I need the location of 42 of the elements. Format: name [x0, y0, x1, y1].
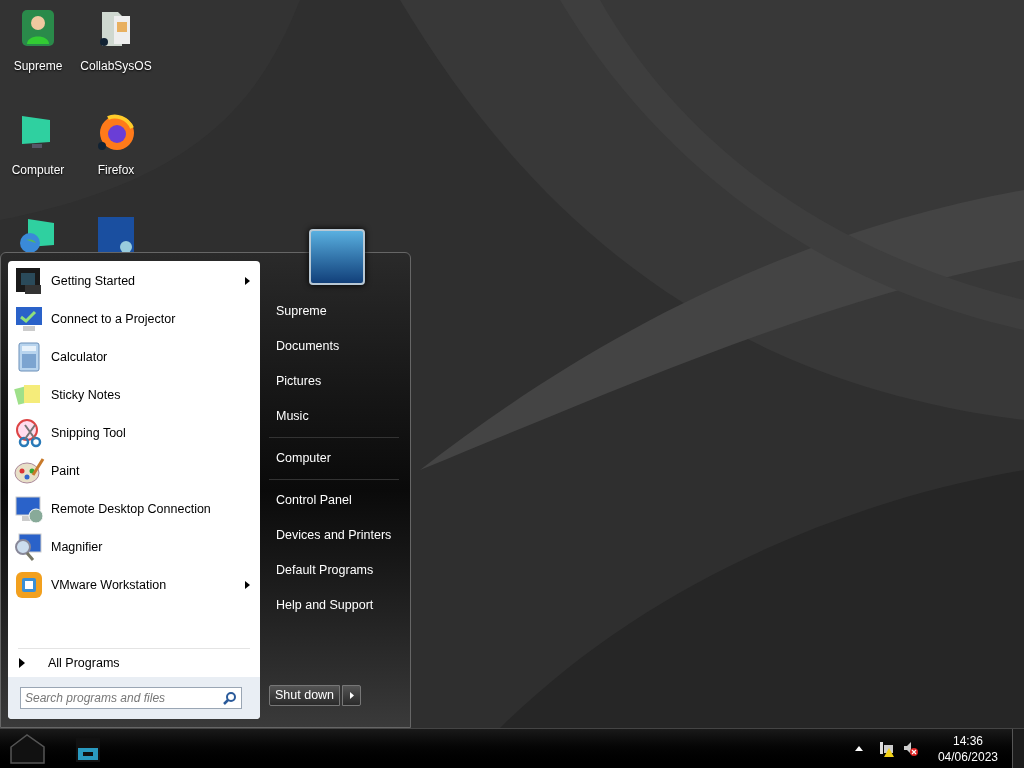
- program-item[interactable]: Connect to a Projector: [8, 300, 260, 338]
- submenu-arrow-icon: [245, 581, 250, 589]
- desktop-icon-label[interactable]: Computer: [11, 161, 65, 179]
- time-text: 14:36: [952, 732, 983, 749]
- expand-arrow-icon: [19, 658, 25, 668]
- program-item[interactable]: Snipping Tool: [8, 414, 260, 452]
- start-button-icon[interactable]: [8, 732, 47, 765]
- show-hidden-icons-icon[interactable]: [854, 746, 863, 751]
- clock[interactable]: 14:36 04/06/2023: [937, 732, 998, 765]
- program-item[interactable]: Magnifier: [8, 528, 260, 566]
- magnifier-icon: [13, 531, 45, 563]
- submenu-arrow-icon: [245, 277, 250, 285]
- desktop-icon-label[interactable]: Supreme: [13, 57, 63, 75]
- shutdown-options-button[interactable]: [342, 685, 362, 706]
- arrow-icon: [349, 692, 354, 699]
- shutdown-button[interactable]: Shut down: [269, 685, 341, 706]
- desktop-icon-label[interactable]: Firefox: [97, 161, 135, 179]
- program-item[interactable]: Paint: [8, 452, 260, 490]
- start-menu-link[interactable]: Supreme: [269, 294, 399, 329]
- start-menu-link[interactable]: Pictures: [269, 364, 399, 399]
- search-icon: [223, 691, 236, 705]
- program-item[interactable]: Calculator: [8, 338, 260, 376]
- all-programs-item[interactable]: All Programs: [8, 649, 260, 677]
- muted-speaker-icon[interactable]: [902, 740, 919, 757]
- start-menu-link[interactable]: Computer: [269, 441, 399, 476]
- start-menu-link[interactable]: Default Programs: [269, 553, 399, 588]
- program-item[interactable]: Sticky Notes: [8, 376, 260, 414]
- search-field[interactable]: Search programs and files: [20, 687, 242, 709]
- start-menu-link[interactable]: Help and Support: [269, 588, 399, 623]
- remote-desktop-icon: [13, 493, 45, 525]
- start-menu-link[interactable]: Control Panel: [269, 483, 399, 518]
- fox-icon[interactable]: [96, 112, 136, 152]
- network-warning-icon[interactable]: [878, 740, 895, 757]
- desktop-icon-label[interactable]: CollabSysOS: [80, 57, 152, 75]
- program-item[interactable]: VMware Workstation: [8, 566, 260, 604]
- date-text: 04/06/2023: [937, 748, 998, 765]
- start-menu-link[interactable]: Documents: [269, 329, 399, 364]
- start-menu-link[interactable]: Music: [269, 399, 399, 434]
- program-item[interactable]: Remote Desktop Connection: [8, 490, 260, 528]
- program-item[interactable]: Getting Started: [8, 262, 260, 300]
- start-menu-link[interactable]: Devices and Printers: [269, 518, 399, 553]
- vmware-icon: [13, 569, 45, 601]
